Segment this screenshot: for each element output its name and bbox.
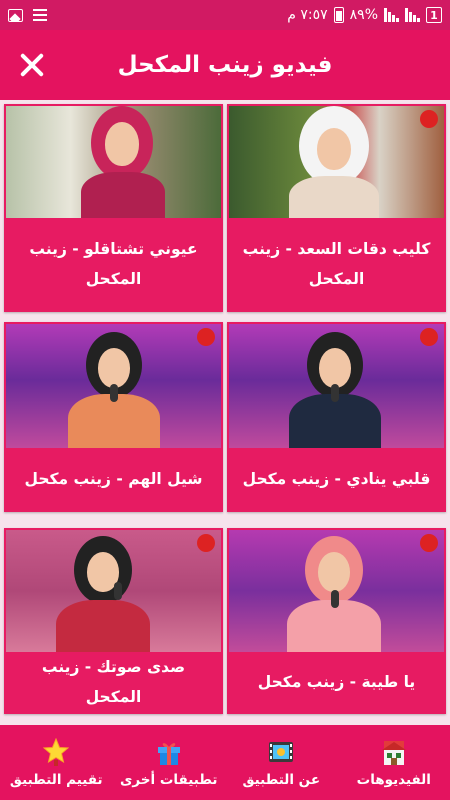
video-card[interactable]: عيوني تشتاقلو - زينب المكحل [4, 104, 223, 312]
nav-label: تقييم التطبيق [9, 771, 103, 788]
image-notification-icon [8, 8, 23, 22]
nav-label: الفيديوهات [356, 771, 431, 788]
nav-other-apps[interactable]: تطبيقات أخرى [116, 738, 221, 788]
video-title: صدى صوتك - زينب المكحل [41, 658, 186, 706]
nav-videos[interactable]: الفيديوهات [341, 738, 446, 788]
video-title: شيل الهم - زينب مكحل [24, 470, 203, 488]
video-thumbnail [6, 530, 221, 652]
video-thumbnail [229, 530, 444, 652]
video-thumbnail [6, 106, 221, 218]
video-title: يا طيبة - زينب مكحل [257, 673, 416, 691]
nav-rate-app[interactable]: تقييم التطبيق [4, 737, 109, 788]
battery-icon [333, 7, 344, 23]
status-bar: 1 %٨٩ ٧:٥٧ م [0, 0, 450, 30]
video-card[interactable]: قلبي ينادي - زينب مكحل [227, 322, 446, 512]
video-title: عيوني تشتاقلو - زينب المكحل [29, 240, 198, 288]
channel-logo-icon [420, 110, 438, 128]
close-button[interactable] [14, 46, 52, 84]
video-thumbnail [229, 324, 444, 448]
clock: ٧:٥٧ م [287, 7, 328, 23]
nav-label: تطبيقات أخرى [120, 771, 218, 788]
signal-icon [405, 8, 420, 22]
battery-percent: %٨٩ [349, 7, 378, 23]
nav-about[interactable]: عن التطبيق [229, 738, 334, 788]
video-card[interactable]: يا طيبة - زينب مكحل [227, 528, 446, 714]
bottom-nav: الفيديوهات عن التطبيق تطبيقات أخرى تقييم… [0, 725, 450, 800]
signal-icon-2 [384, 8, 399, 22]
video-thumbnail [229, 106, 444, 218]
channel-logo-icon [420, 328, 438, 346]
status-bar-right-info: 1 %٨٩ ٧:٥٧ م [287, 7, 442, 23]
page-title: فيديو زينب المكحل [117, 52, 333, 78]
status-bar-left-icons [8, 8, 47, 22]
star-icon [42, 737, 70, 766]
video-thumbnail [6, 324, 221, 448]
film-icon [268, 738, 294, 766]
channel-logo-icon [197, 534, 215, 552]
video-card[interactable]: كليب دقات السعد - زينب المكحل [227, 104, 446, 312]
channel-logo-icon [197, 328, 215, 346]
video-card[interactable]: شيل الهم - زينب مكحل [4, 322, 223, 512]
app-bar: فيديو زينب المكحل [0, 30, 450, 100]
house-icon [381, 738, 407, 766]
video-grid: كليب دقات السعد - زينب المكحل عيوني تشتا… [0, 100, 450, 725]
video-title: قلبي ينادي - زينب مكحل [242, 470, 431, 488]
gift-icon [156, 738, 182, 766]
channel-logo-icon [420, 534, 438, 552]
video-card[interactable]: صدى صوتك - زينب المكحل [4, 528, 223, 714]
video-title: كليب دقات السعد - زينب المكحل [242, 240, 431, 288]
nav-label: عن التطبيق [242, 771, 321, 788]
sim-badge: 1 [426, 7, 442, 23]
menu-notification-icon [33, 9, 47, 21]
